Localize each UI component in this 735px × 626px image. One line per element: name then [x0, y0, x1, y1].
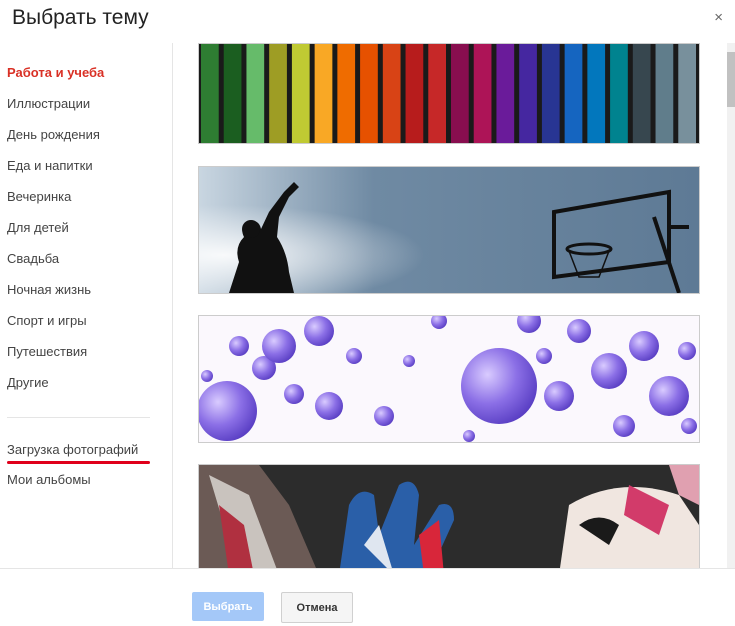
yarn-strand [314, 44, 333, 143]
theme-gallery [173, 43, 735, 568]
close-icon[interactable]: × [714, 9, 723, 26]
yarn-strand [587, 44, 606, 143]
theme-yarn-colors[interactable] [198, 43, 700, 144]
sidebar-item-food[interactable]: Еда и напитки [7, 158, 93, 173]
category-sidebar: Работа и учеба Иллюстрации День рождения… [0, 43, 173, 568]
theme-painted-hands[interactable] [198, 464, 700, 568]
yarn-strand [632, 44, 651, 143]
dialog-footer: Выбрать Отмена [0, 568, 735, 626]
yarn-strand [678, 44, 696, 143]
sidebar-item-birthday[interactable]: День рождения [7, 127, 100, 142]
spheres-image [199, 316, 697, 442]
yarn-strand [473, 44, 492, 143]
sidebar-divider [7, 417, 150, 418]
sidebar-item-upload-photos[interactable]: Загрузка фотографий [7, 442, 138, 457]
yarn-strand [360, 44, 378, 143]
yarn-strand [564, 44, 583, 143]
yarn-strand [428, 44, 446, 143]
yarn-strand [451, 44, 469, 143]
yarn-strand [382, 44, 401, 143]
select-button[interactable]: Выбрать [192, 592, 264, 621]
yarn-image [199, 44, 699, 143]
painted-hands-image [199, 465, 699, 568]
sidebar-item-work[interactable]: Работа и учеба [7, 65, 104, 80]
yarn-strand [269, 44, 287, 143]
yarn-strand [291, 44, 310, 143]
yarn-strand [541, 44, 560, 143]
sidebar-item-illustrations[interactable]: Иллюстрации [7, 96, 90, 111]
yarn-strand [655, 44, 674, 143]
sidebar-item-travel[interactable]: Путешествия [7, 344, 87, 359]
yarn-strand [496, 44, 515, 143]
scrollbar-thumb[interactable] [727, 52, 735, 107]
upload-highlight-underline [7, 461, 150, 464]
sidebar-item-nightlife[interactable]: Ночная жизнь [7, 282, 91, 297]
yarn-strand [405, 44, 424, 143]
sidebar-item-other[interactable]: Другие [7, 375, 49, 390]
sidebar-item-kids[interactable]: Для детей [7, 220, 69, 235]
dialog-title: Выбрать тему [12, 6, 149, 29]
yarn-strand [519, 44, 537, 143]
sidebar-item-party[interactable]: Вечеринка [7, 189, 71, 204]
cancel-button[interactable]: Отмена [281, 592, 353, 623]
sidebar-item-my-albums[interactable]: Мои альбомы [7, 472, 91, 487]
theme-purple-spheres[interactable] [198, 315, 700, 443]
scrollbar[interactable] [727, 43, 735, 568]
basketball-image [199, 167, 699, 293]
yarn-strand [223, 44, 242, 143]
theme-basketball[interactable] [198, 166, 700, 294]
yarn-strand [246, 44, 265, 143]
sidebar-item-wedding[interactable]: Свадьба [7, 251, 59, 266]
yarn-strand [610, 44, 628, 143]
yarn-strand [337, 44, 356, 143]
sidebar-item-sports[interactable]: Спорт и игры [7, 313, 87, 328]
yarn-strand [201, 44, 219, 143]
